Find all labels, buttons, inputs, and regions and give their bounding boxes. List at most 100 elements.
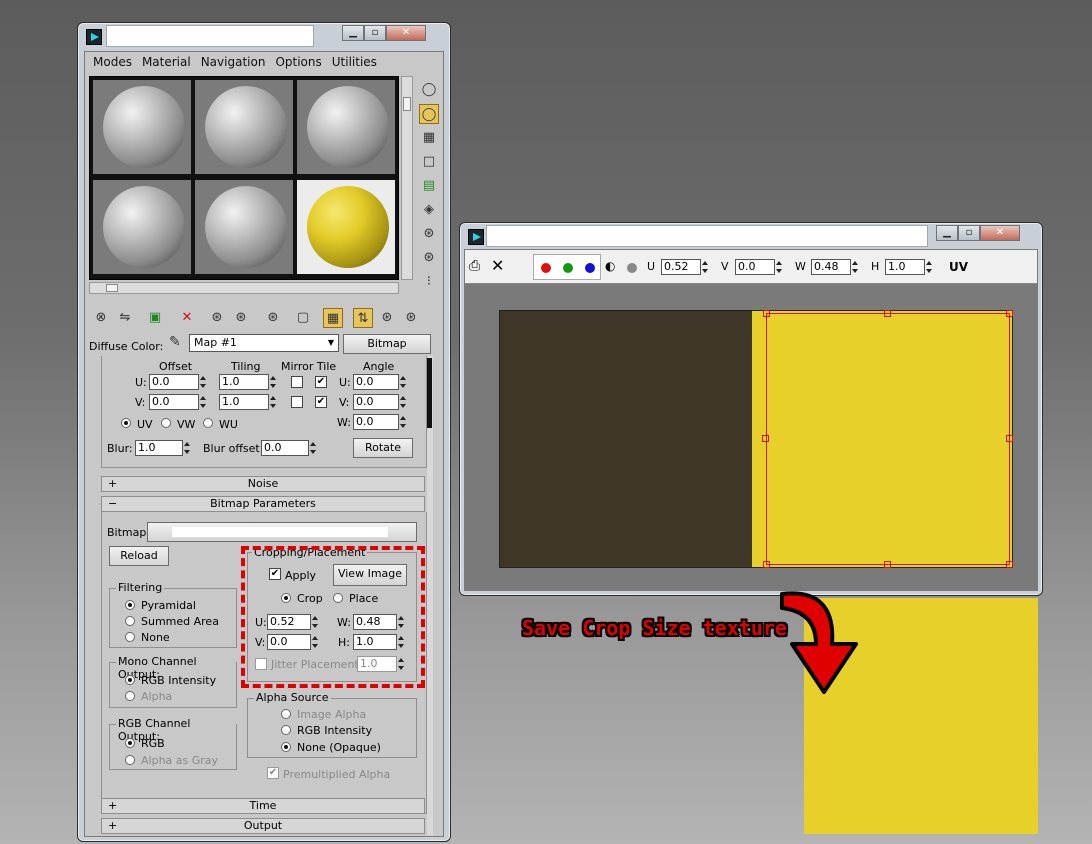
put-to-library-icon[interactable]: ⊛ — [263, 308, 283, 328]
crop-rectangle[interactable] — [766, 313, 1010, 565]
noise-rollout-header[interactable]: + Noise — [101, 476, 425, 492]
alpha-channel-icon[interactable] — [627, 263, 637, 273]
wu-radio[interactable] — [203, 418, 213, 428]
menu-modes[interactable]: Modes — [93, 55, 132, 69]
red-channel-icon[interactable] — [541, 263, 551, 273]
options-icon[interactable]: ⊛ — [419, 224, 439, 244]
show-end-result-icon[interactable]: ⇅ — [353, 308, 373, 328]
mono-rgb-intensity-radio[interactable] — [125, 675, 135, 685]
image-alpha-radio[interactable] — [281, 709, 291, 719]
none-opaque-radio[interactable] — [281, 742, 291, 752]
sample-slot-5[interactable] — [193, 178, 295, 276]
material-editor-titlebar[interactable]: ▁ ▫ ✕ — [78, 23, 450, 49]
material-map-navigator-icon[interactable]: ⁝ — [419, 272, 439, 292]
alpha-as-gray-radio[interactable] — [125, 755, 135, 765]
blur-spinner[interactable]: 1.0 — [135, 440, 192, 456]
time-rollout-header[interactable]: + Time — [101, 798, 425, 814]
crop-handle-tl[interactable] — [763, 310, 770, 317]
bitmap-params-rollout-header[interactable]: − Bitmap Parameters — [101, 496, 425, 512]
sample-slot-1[interactable] — [91, 78, 193, 176]
crop-handle-bl[interactable] — [763, 561, 770, 568]
eyedropper-icon[interactable]: ✎ — [169, 334, 181, 350]
go-forward-sibling-icon[interactable]: ⊛ — [401, 308, 421, 328]
minimize-button[interactable]: ▁ — [342, 25, 364, 41]
angle-v-spinner[interactable]: 0.0 — [353, 394, 408, 410]
menu-utilities[interactable]: Utilities — [332, 55, 377, 69]
video-color-check-icon[interactable]: ▤ — [419, 176, 439, 196]
rgb-radio[interactable] — [125, 738, 135, 748]
map-name-dropdown[interactable]: Map #1 ▼ — [189, 334, 339, 352]
background-icon[interactable]: ▦ — [419, 128, 439, 148]
put-to-scene-icon[interactable]: ⇋ — [115, 308, 135, 328]
summed-area-radio[interactable] — [125, 616, 135, 626]
mirror-v-checkbox[interactable] — [291, 396, 303, 408]
blue-channel-icon[interactable] — [585, 263, 595, 273]
get-material-icon[interactable]: ⊗ — [91, 308, 111, 328]
bitmap-path-button[interactable] — [147, 522, 417, 542]
select-by-material-icon[interactable]: ⊛ — [419, 248, 439, 268]
filter-none-radio[interactable] — [125, 632, 135, 642]
tiling-v-spinner[interactable]: 1.0 — [219, 394, 278, 410]
map-type-button[interactable]: Bitmap — [343, 334, 431, 354]
panel-vscroll[interactable] — [427, 356, 433, 836]
mono-alpha-radio[interactable] — [125, 691, 135, 701]
premultiplied-checkbox[interactable]: ✔ — [267, 767, 279, 779]
sample-slot-3[interactable] — [295, 78, 397, 176]
crop-handle-ml[interactable] — [762, 435, 769, 442]
maximize-button[interactable]: ▫ — [364, 25, 386, 41]
assign-to-selection-icon[interactable]: ▣ — [145, 308, 165, 328]
make-unique-icon[interactable]: ⊛ — [231, 308, 251, 328]
uv-tiling-icon[interactable]: □ — [419, 152, 439, 172]
offset-v-spinner[interactable]: 0.0 — [149, 394, 208, 410]
make-copy-icon[interactable]: ⊛ — [207, 308, 227, 328]
close-button[interactable]: ✕ — [386, 25, 426, 41]
viewer-u-spinner[interactable]: 0.52 — [661, 259, 710, 275]
go-to-parent-icon[interactable]: ⊛ — [377, 308, 397, 328]
reload-button[interactable]: Reload — [109, 546, 169, 566]
viewer-maximize-button[interactable]: ▫ — [958, 225, 980, 241]
rotate-button[interactable]: Rotate — [353, 438, 413, 458]
viewer-uv-toggle[interactable]: UV — [949, 260, 968, 274]
crop-handle-br[interactable] — [1006, 561, 1013, 568]
tiling-u-spinner[interactable]: 1.0 — [219, 374, 278, 390]
clear-icon[interactable]: ✕ — [491, 256, 504, 275]
crop-handle-tm[interactable] — [884, 310, 891, 317]
make-preview-icon[interactable]: ◈ — [419, 200, 439, 220]
crop-handle-bm[interactable] — [884, 561, 891, 568]
menu-navigation[interactable]: Navigation — [201, 55, 266, 69]
blur-offset-spinner[interactable]: 0.0 — [261, 440, 318, 456]
image-viewer-titlebar[interactable]: ▁ ▫ ✕ — [460, 223, 1042, 249]
sample-slot-6-active[interactable] — [295, 178, 397, 276]
menu-material[interactable]: Material — [142, 55, 191, 69]
green-channel-icon[interactable] — [563, 263, 573, 273]
tile-v-checkbox[interactable]: ✔ — [315, 396, 327, 408]
output-rollout-header[interactable]: + Output — [101, 818, 425, 834]
sample-slot-4[interactable] — [91, 178, 193, 276]
backlight-icon[interactable]: ◯ — [419, 104, 439, 124]
viewer-h-spinner[interactable]: 1.0 — [885, 259, 934, 275]
material-id-icon[interactable]: ▢ — [293, 308, 313, 328]
print-icon[interactable]: ⎙ — [469, 258, 480, 274]
crop-handle-tr[interactable] — [1006, 310, 1013, 317]
alpha-rgb-intensity-radio[interactable] — [281, 725, 291, 735]
tile-u-checkbox[interactable]: ✔ — [315, 376, 327, 388]
angle-u-spinner[interactable]: 0.0 — [353, 374, 408, 390]
angle-w-spinner[interactable]: 0.0 — [353, 414, 408, 430]
sample-slots-vscroll[interactable] — [401, 76, 413, 280]
offset-u-spinner[interactable]: 0.0 — [149, 374, 208, 390]
menu-options[interactable]: Options — [275, 55, 321, 69]
viewer-close-button[interactable]: ✕ — [980, 225, 1020, 241]
mono-icon[interactable]: ◐ — [605, 259, 615, 273]
viewer-v-spinner[interactable]: 0.0 — [735, 259, 784, 275]
sample-slots-hscroll[interactable] — [89, 282, 399, 294]
viewer-minimize-button[interactable]: ▁ — [936, 225, 958, 241]
sample-type-icon[interactable]: ◯ — [419, 80, 439, 100]
uv-radio[interactable] — [121, 418, 131, 428]
viewer-w-spinner[interactable]: 0.48 — [811, 259, 860, 275]
reset-map-icon[interactable]: ✕ — [177, 308, 197, 328]
pyramidal-radio[interactable] — [125, 600, 135, 610]
mirror-u-checkbox[interactable] — [291, 376, 303, 388]
vw-radio[interactable] — [161, 418, 171, 428]
sample-slot-2[interactable] — [193, 78, 295, 176]
show-map-icon[interactable]: ▦ — [323, 308, 343, 328]
